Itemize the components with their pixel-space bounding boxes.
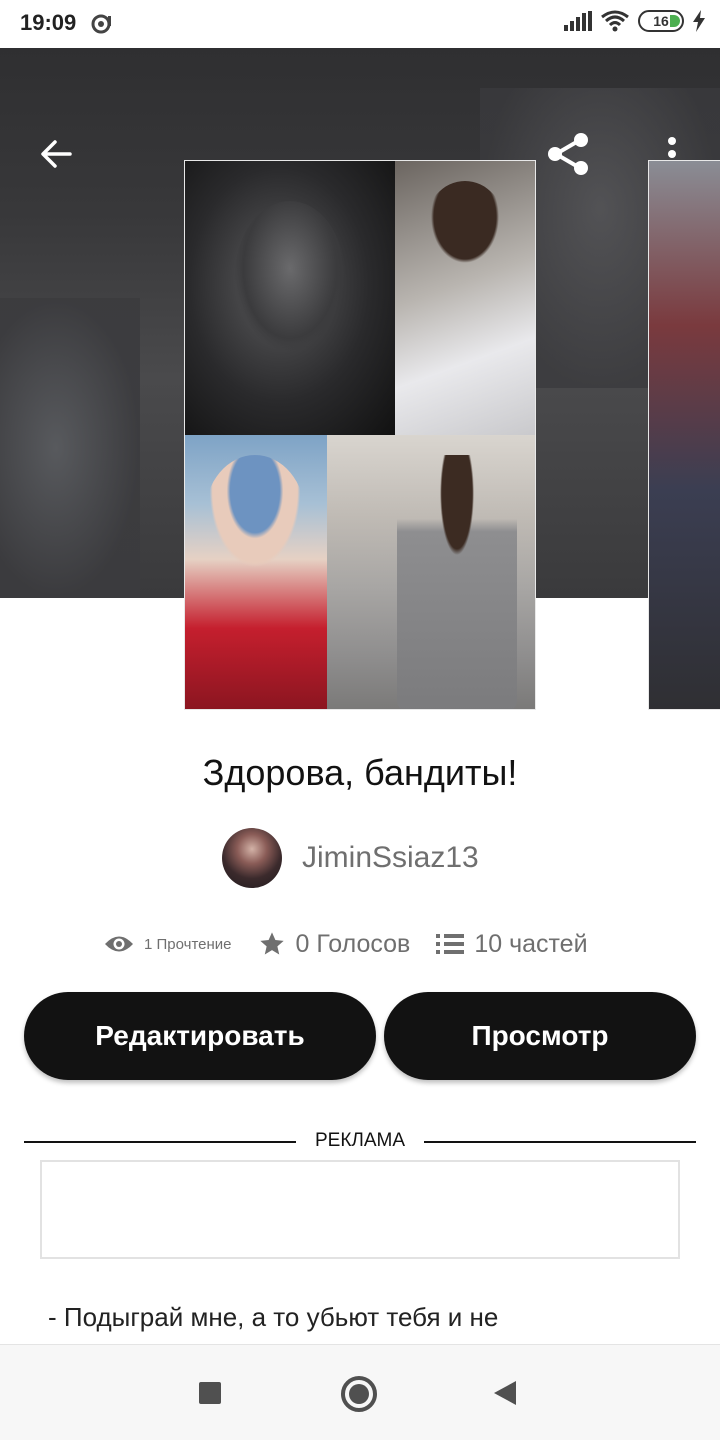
- author-name[interactable]: JiminSsiaz13: [302, 841, 479, 875]
- ad-divider-right: [424, 1141, 696, 1143]
- view-button[interactable]: Просмотр: [384, 992, 696, 1080]
- parts-count[interactable]: 10 частей: [474, 930, 587, 959]
- back-arrow-icon: [41, 140, 72, 168]
- sync-icon: [91, 14, 111, 34]
- ad-label: РЕКЛАМА: [314, 1130, 406, 1151]
- votes-count: 0 Голосов: [295, 929, 411, 958]
- star-icon: [259, 932, 284, 955]
- wifi-icon: [601, 10, 629, 32]
- share-button[interactable]: [540, 126, 596, 182]
- share-icon: [548, 133, 588, 175]
- author-avatar[interactable]: [222, 828, 282, 888]
- ad-divider-left: [24, 1141, 296, 1143]
- system-navigation-bar: [0, 1344, 720, 1440]
- list-icon: [436, 934, 465, 954]
- recents-square-icon[interactable]: [199, 1382, 221, 1404]
- next-story-cover[interactable]: [648, 160, 720, 710]
- reads-count: 1 Прочтение: [144, 935, 232, 953]
- reads-stat: 1 Прочтение: [104, 933, 258, 955]
- home-circle-icon[interactable]: [341, 1376, 377, 1412]
- status-time: 19:09: [20, 10, 77, 35]
- story-cover-image[interactable]: [184, 160, 536, 710]
- eye-icon: [105, 936, 133, 952]
- charging-icon: [693, 10, 705, 32]
- story-title: Здорова, бандиты!: [202, 752, 518, 793]
- story-excerpt[interactable]: - Подыграй мне, а то убьют тебя и не: [48, 1302, 688, 1333]
- status-indicators: 16: [564, 10, 706, 32]
- signal-icon: [564, 11, 592, 31]
- parts-stat[interactable]: 10 частей: [436, 930, 588, 959]
- status-bar: 19:09 16: [0, 0, 720, 48]
- battery-icon: 16: [638, 10, 684, 32]
- author-link[interactable]: JiminSsiaz13: [222, 828, 479, 888]
- ad-container[interactable]: [40, 1160, 680, 1259]
- back-triangle-icon[interactable]: [494, 1381, 516, 1405]
- back-button[interactable]: [30, 128, 82, 180]
- battery-level: 16: [653, 13, 669, 29]
- edit-button[interactable]: Редактировать: [24, 992, 376, 1080]
- story-stats: 1 Прочтение 0 Голосов 10 частей: [104, 922, 588, 966]
- votes-stat: 0 Голосов: [258, 929, 411, 959]
